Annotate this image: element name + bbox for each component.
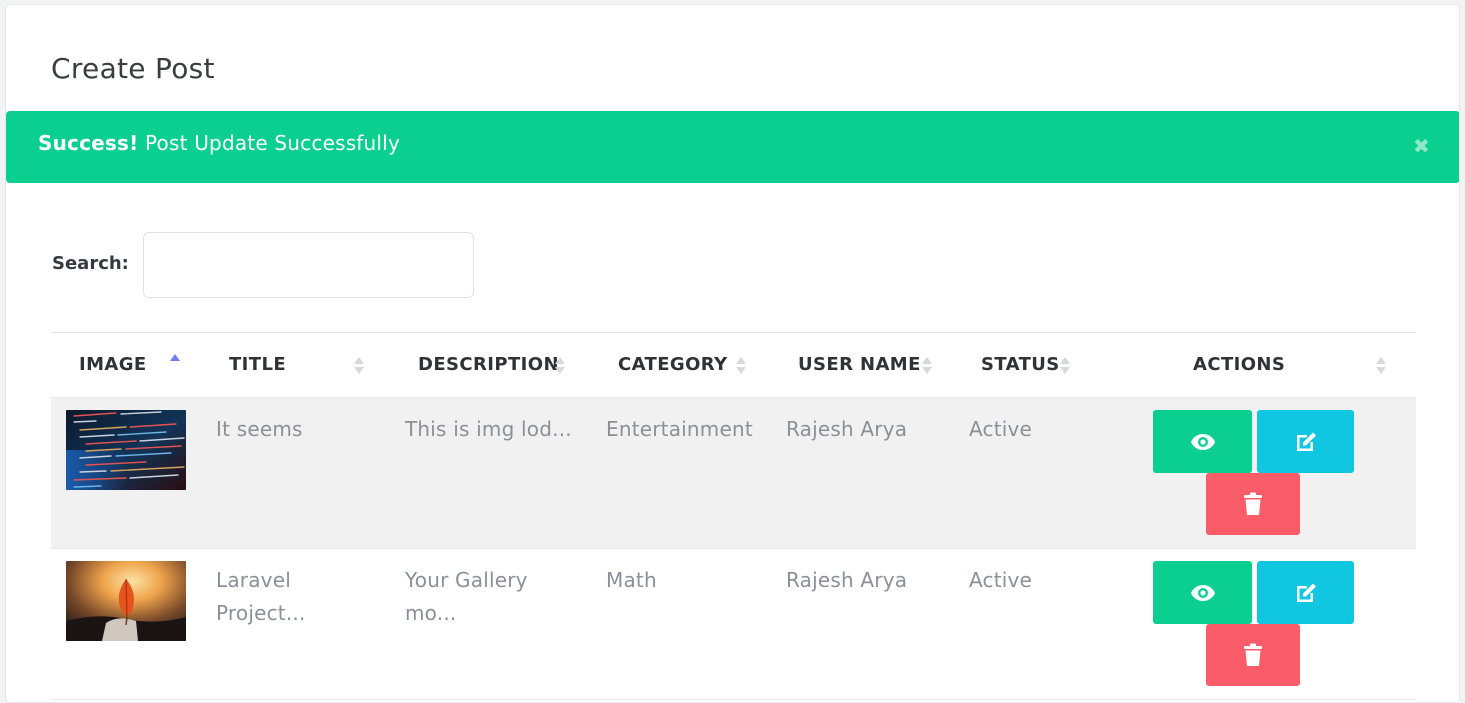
close-icon[interactable]: ✖ [1413, 136, 1430, 156]
trash-icon [1244, 492, 1262, 515]
column-header-user-name[interactable]: USER NAME [786, 332, 969, 398]
column-header-actions[interactable]: ACTIONS [1106, 332, 1416, 398]
alert-message: Post Update Successfully [138, 131, 400, 155]
sort-icon [354, 357, 364, 375]
column-label: CATEGORY [618, 354, 728, 375]
column-header-title[interactable]: TITLE [216, 332, 405, 398]
edit-button[interactable] [1257, 410, 1354, 473]
edit-icon [1296, 583, 1316, 602]
column-header-category[interactable]: CATEGORY [606, 332, 786, 398]
column-header-status[interactable]: STATUS [969, 332, 1106, 398]
post-list-card: Create Post Success! Post Update Success… [5, 4, 1460, 703]
page-title: Create Post [51, 52, 215, 85]
column-label: IMAGE [79, 354, 147, 375]
search-input[interactable] [143, 232, 474, 298]
trash-icon [1244, 643, 1262, 666]
column-label: USER NAME [798, 354, 921, 375]
view-button[interactable] [1153, 561, 1252, 624]
edit-button[interactable] [1257, 561, 1354, 624]
sort-icon [736, 357, 746, 375]
sort-icon [555, 357, 565, 375]
delete-button[interactable] [1206, 473, 1300, 535]
posts-table: IMAGE TITLE DESCRIPTION CATEGORY USER NA… [51, 332, 1416, 700]
column-header-description[interactable]: DESCRIPTION [405, 332, 606, 398]
sort-icon [1376, 357, 1386, 375]
column-header-image[interactable]: IMAGE [51, 332, 216, 398]
column-label: STATUS [981, 354, 1060, 375]
column-label: DESCRIPTION [418, 354, 559, 375]
table-header-row: IMAGE TITLE DESCRIPTION CATEGORY USER NA… [51, 332, 1416, 398]
search-label: Search: [52, 253, 129, 274]
delete-button[interactable] [1206, 624, 1300, 686]
alert-strong-label: Success! [38, 131, 139, 155]
success-alert: Success! Post Update Successfully ✖ [6, 111, 1459, 183]
column-label: TITLE [229, 354, 287, 375]
sort-icon [1060, 357, 1070, 375]
column-label: ACTIONS [1193, 354, 1286, 375]
sort-asc-icon [170, 354, 180, 375]
row-actions [51, 549, 1416, 700]
eye-icon [1190, 584, 1215, 601]
eye-icon [1190, 433, 1215, 450]
row-actions [51, 398, 1416, 549]
view-button[interactable] [1153, 410, 1252, 473]
sort-icon [922, 357, 932, 375]
edit-icon [1296, 432, 1316, 451]
